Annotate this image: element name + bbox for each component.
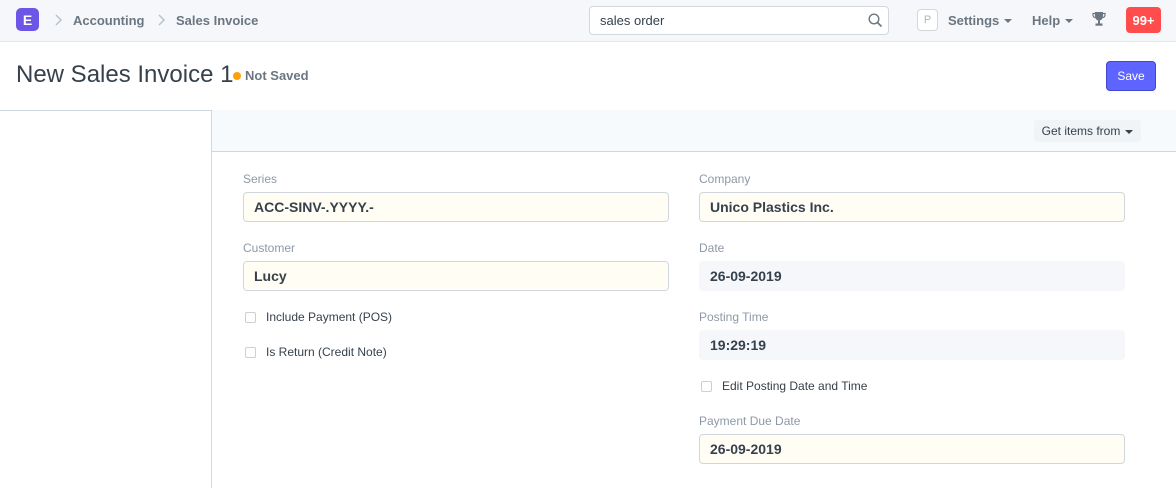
form-toolbar: Get items from [212, 110, 1176, 152]
help-dropdown[interactable]: Help [1032, 13, 1074, 28]
is-return-label: Is Return (Credit Note) [266, 345, 387, 359]
status-badge: Not Saved [245, 68, 309, 83]
get-items-label: Get items from [1041, 124, 1121, 138]
notifications-badge[interactable]: 99+ [1126, 7, 1161, 33]
search-input[interactable] [590, 7, 860, 34]
company-label: Company [699, 172, 751, 186]
breadcrumb-sales-invoice[interactable]: Sales Invoice [176, 13, 258, 28]
include-payment-row[interactable]: Include Payment (POS) [245, 310, 392, 324]
edit-posting-row[interactable]: Edit Posting Date and Time [701, 379, 867, 393]
customer-field[interactable]: Lucy [243, 261, 669, 291]
payment-due-date-label: Payment Due Date [699, 414, 801, 428]
search-box [589, 6, 889, 35]
date-label: Date [699, 241, 725, 255]
edit-posting-label: Edit Posting Date and Time [722, 379, 868, 393]
form-card: Get items from Series ACC-SINV-.YYYY.- C… [211, 110, 1176, 488]
chevron-right-icon [158, 14, 166, 26]
caret-down-icon [1065, 19, 1074, 23]
payment-due-date-field[interactable]: 26-09-2019 [699, 434, 1125, 464]
date-field: 26-09-2019 [699, 261, 1125, 291]
series-label: Series [243, 172, 278, 186]
help-label: Help [1032, 13, 1061, 28]
breadcrumb-accounting[interactable]: Accounting [73, 13, 145, 28]
include-payment-label: Include Payment (POS) [266, 310, 393, 324]
trophy-icon[interactable] [1092, 11, 1106, 27]
get-items-from-button[interactable]: Get items from [1034, 120, 1141, 142]
company-field[interactable]: Unico Plastics Inc. [699, 192, 1125, 222]
posting-time-label: Posting Time [699, 310, 769, 324]
is-return-row[interactable]: Is Return (Credit Note) [245, 345, 387, 359]
series-field[interactable]: ACC-SINV-.YYYY.- [243, 192, 669, 222]
status-indicator-dot [233, 72, 241, 80]
search-icon[interactable] [868, 13, 883, 28]
navbar: E Accounting Sales Invoice P Settings He… [0, 0, 1176, 42]
page-title: New Sales Invoice 1 [16, 61, 234, 88]
caret-down-icon [1004, 19, 1013, 23]
settings-label: Settings [948, 13, 1000, 28]
avatar[interactable]: P [917, 9, 938, 31]
customer-label: Customer [243, 241, 296, 255]
settings-dropdown[interactable]: Settings [948, 13, 1013, 28]
caret-down-icon [1125, 129, 1134, 134]
save-button[interactable]: Save [1106, 61, 1156, 91]
edit-posting-checkbox[interactable] [701, 380, 712, 392]
chevron-right-icon [55, 14, 63, 26]
posting-time-field: 19:29:19 [699, 330, 1125, 360]
app-logo[interactable]: E [16, 8, 39, 31]
include-payment-checkbox[interactable] [245, 311, 256, 323]
is-return-checkbox[interactable] [245, 346, 256, 358]
